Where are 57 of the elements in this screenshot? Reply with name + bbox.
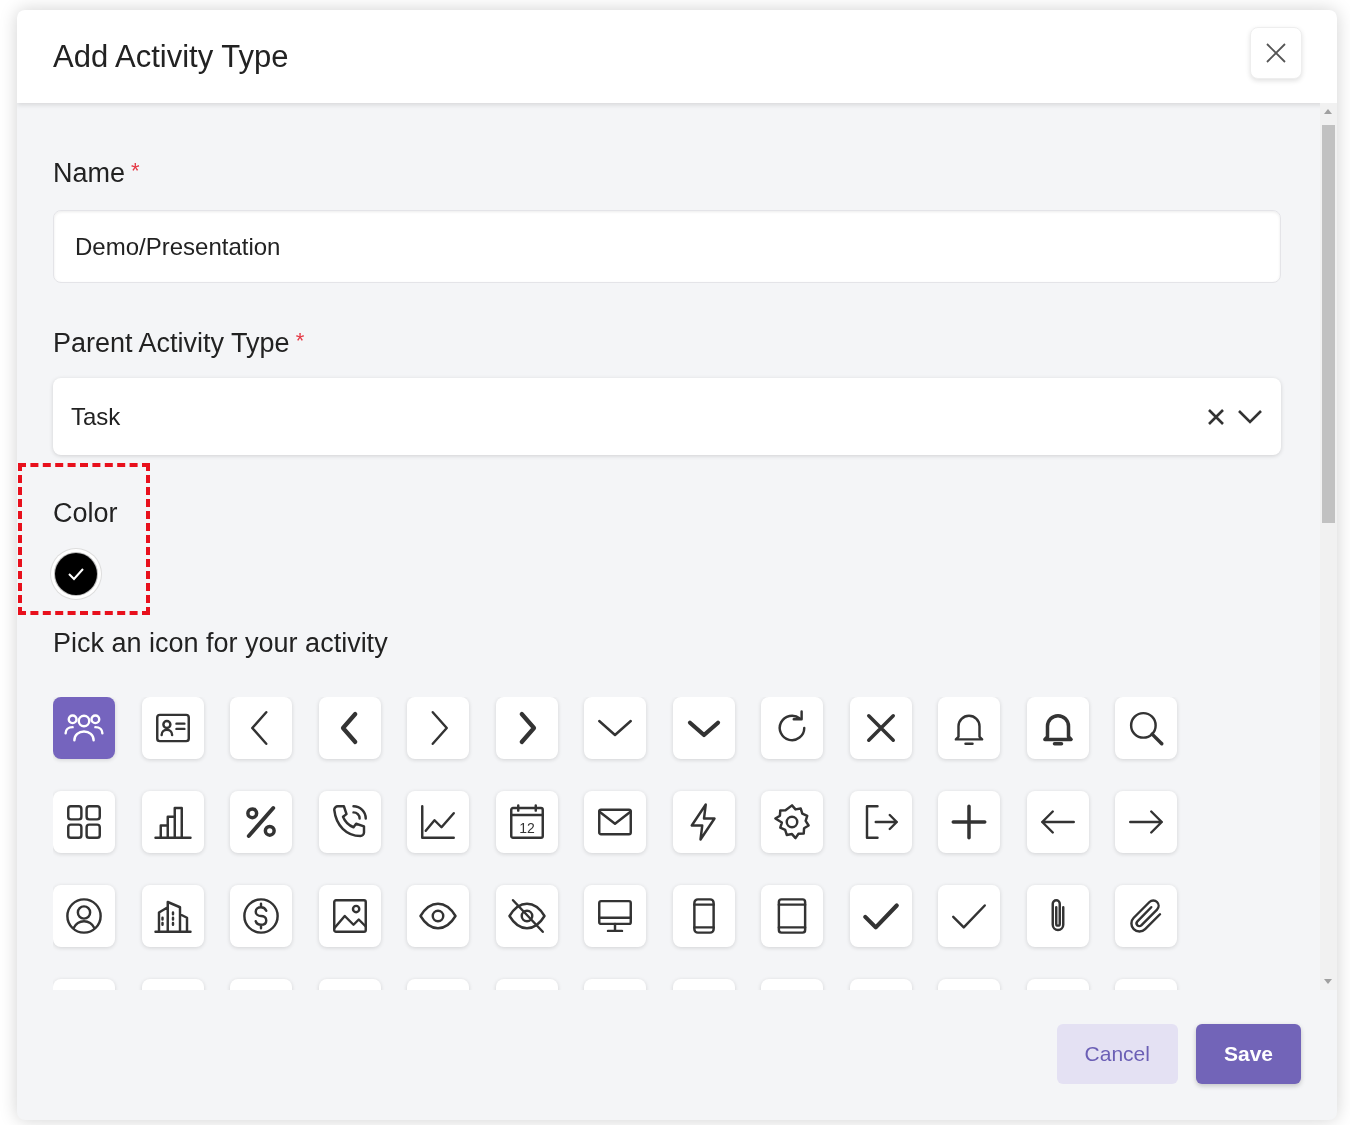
dollar-icon xyxy=(240,895,282,937)
icon-option[interactable] xyxy=(407,697,469,759)
icon-option[interactable] xyxy=(938,791,1000,853)
icon-option[interactable] xyxy=(495,697,558,759)
icon-option[interactable] xyxy=(141,697,204,759)
icon-option[interactable] xyxy=(761,697,823,759)
icon-option[interactable] xyxy=(761,885,823,947)
name-input[interactable]: Demo/Presentation xyxy=(53,210,1281,283)
icon-option[interactable] xyxy=(230,885,292,947)
icon-option[interactable] xyxy=(230,697,292,759)
icon-option[interactable] xyxy=(672,791,735,853)
close-icon xyxy=(1265,41,1287,64)
field-label: Color xyxy=(53,498,118,528)
icon-option[interactable] xyxy=(584,697,646,759)
icon-option[interactable] xyxy=(1115,697,1177,759)
icon-option[interactable] xyxy=(318,885,381,947)
icon-option[interactable] xyxy=(672,697,735,759)
section-label: Pick an icon for your activity xyxy=(53,628,388,658)
icon-option[interactable] xyxy=(1115,885,1177,947)
icon-option[interactable] xyxy=(407,791,469,853)
parent-type-select[interactable]: Task xyxy=(53,378,1281,455)
icon-option[interactable] xyxy=(318,791,381,853)
icon-option[interactable] xyxy=(849,885,912,947)
icon-option[interactable] xyxy=(672,885,735,947)
scrollbar[interactable] xyxy=(1320,103,1337,990)
icon-option[interactable] xyxy=(584,885,646,947)
icon-option[interactable] xyxy=(1026,885,1089,947)
icon-option[interactable] xyxy=(938,697,1000,759)
icon-option[interactable] xyxy=(1026,791,1089,853)
icon-option[interactable] xyxy=(318,697,381,759)
icon-option[interactable] xyxy=(1115,791,1177,853)
icon-option[interactable] xyxy=(141,791,204,853)
field-label: Name xyxy=(53,158,126,188)
icon-option[interactable] xyxy=(407,885,469,947)
chevron-down-icon[interactable] xyxy=(1237,408,1263,425)
icon-option[interactable] xyxy=(761,791,823,853)
icon-option[interactable] xyxy=(495,885,558,947)
cancel-button[interactable]: Cancel xyxy=(1056,1024,1178,1084)
field-label: Parent Activity Type xyxy=(53,328,290,358)
icon-option[interactable] xyxy=(938,885,1000,947)
icon-option[interactable]: 12 xyxy=(495,791,558,853)
required-mark: * xyxy=(295,328,305,353)
icon-option[interactable] xyxy=(141,885,204,947)
icon-option[interactable] xyxy=(1026,697,1089,759)
icon-option[interactable] xyxy=(584,791,646,853)
save-button[interactable]: Save xyxy=(1195,1024,1301,1084)
close-button[interactable] xyxy=(1250,26,1302,79)
icon-option[interactable] xyxy=(53,791,115,853)
user-circle-icon xyxy=(63,895,105,937)
required-mark: * xyxy=(131,158,140,183)
dialog-title: Add Activity Type xyxy=(53,38,289,75)
icon-option[interactable] xyxy=(53,885,115,947)
icon-option[interactable] xyxy=(849,697,912,759)
check-icon xyxy=(67,567,85,581)
clear-icon[interactable] xyxy=(1207,407,1225,426)
icon-option[interactable] xyxy=(230,791,292,853)
icon-option[interactable] xyxy=(849,791,912,853)
